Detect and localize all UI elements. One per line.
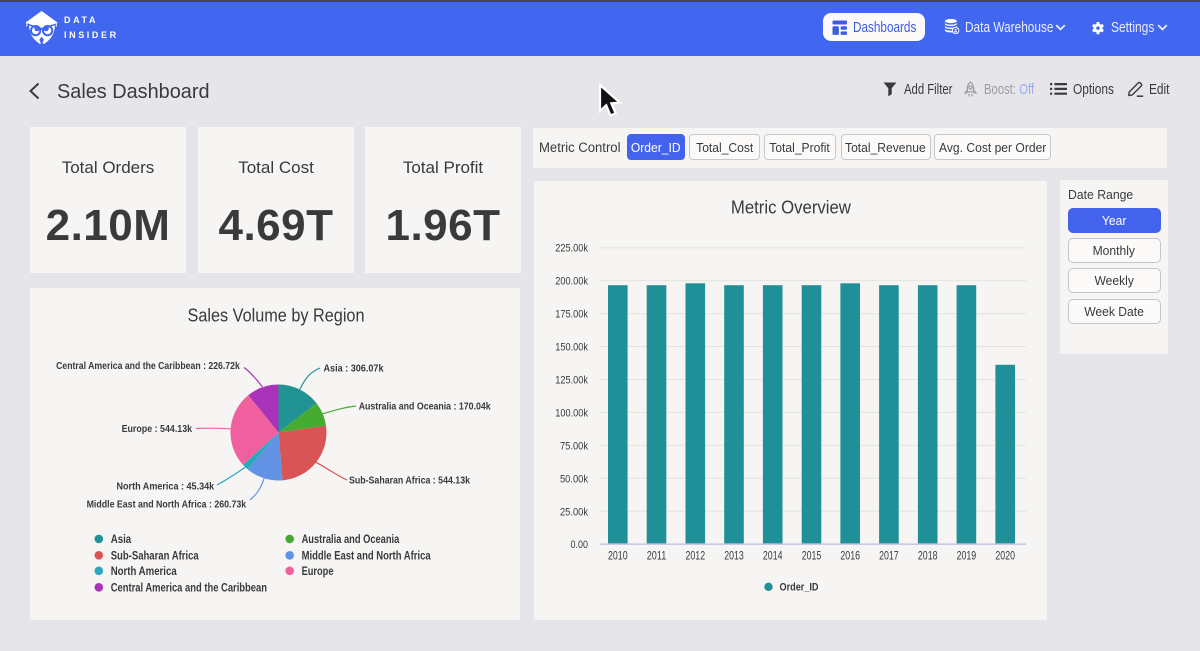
svg-text:2012: 2012 [686,549,706,563]
svg-text:2011: 2011 [647,549,667,563]
svg-text:Middle East and North Africa: Middle East and North Africa [302,549,431,563]
svg-text:Sub-Saharan Africa : 544.13k: Sub-Saharan Africa : 544.13k [349,475,470,487]
svg-text:North America : 45.34k: North America : 45.34k [117,481,215,493]
svg-text:75.00k: 75.00k [560,440,588,452]
svg-text:225.00k: 225.00k [555,243,588,255]
svg-text:Sub-Saharan Africa: Sub-Saharan Africa [111,549,199,563]
svg-text:25.00k: 25.00k [560,506,588,518]
svg-text:2014: 2014 [763,549,783,563]
svg-text:2017: 2017 [879,549,899,563]
svg-text:2015: 2015 [802,549,822,563]
svg-text:Asia : 306.07k: Asia : 306.07k [324,363,384,375]
svg-text:50.00k: 50.00k [560,473,588,485]
svg-text:Australia and Oceania: Australia and Oceania [302,532,400,546]
svg-text:Sales Volume by Region: Sales Volume by Region [188,306,365,326]
svg-text:North America: North America [111,564,177,578]
svg-text:2020: 2020 [995,549,1015,563]
svg-text:Central America and the Caribb: Central America and the Caribbean : 226.… [56,360,240,372]
svg-text:2019: 2019 [957,549,977,563]
svg-text:Australia and Oceania : 170.04: Australia and Oceania : 170.04k [359,401,491,413]
svg-text:175.00k: 175.00k [555,309,588,321]
svg-text:150.00k: 150.00k [555,342,588,354]
svg-text:200.00k: 200.00k [555,276,588,288]
svg-text:Central America and the Caribb: Central America and the Caribbean [111,581,267,595]
svg-text:Europe : 544.13k: Europe : 544.13k [122,423,193,435]
svg-text:0.00: 0.00 [571,539,589,551]
svg-text:2010: 2010 [608,549,628,563]
svg-text:Metric Overview: Metric Overview [731,198,852,218]
svg-text:100.00k: 100.00k [555,407,588,419]
svg-text:2016: 2016 [840,549,860,563]
svg-text:125.00k: 125.00k [555,375,588,387]
svg-text:Middle East and North Africa :: Middle East and North Africa : 260.73k [87,499,247,511]
svg-text:Europe: Europe [302,564,334,578]
svg-text:Order_ID: Order_ID [780,582,819,594]
svg-text:2013: 2013 [724,549,744,563]
svg-text:2018: 2018 [918,549,938,563]
svg-text:Asia: Asia [111,532,132,546]
